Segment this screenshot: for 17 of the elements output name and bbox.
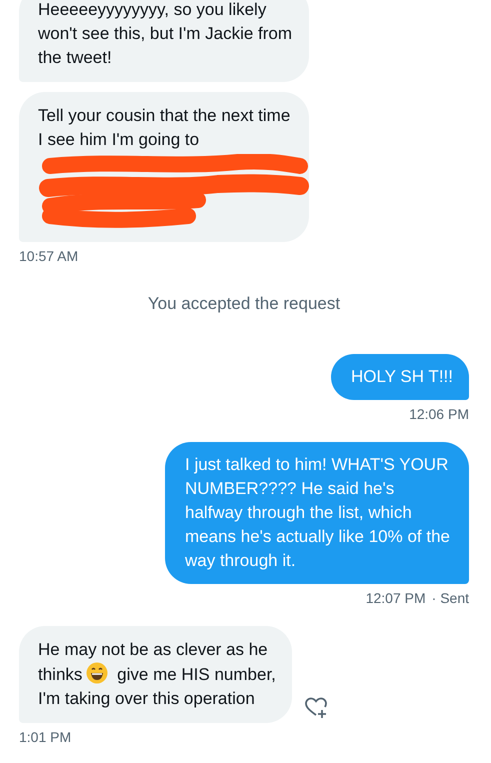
message-text: thinks [38,665,82,684]
message-text: He may not be as clever as he [38,639,268,661]
message-status: · Sent [432,590,469,606]
message-time: 10:57 AM [19,248,78,264]
grinning-face-icon [86,662,108,684]
message-text: Tell your cousin that the next time I see him I'm going to [38,106,290,149]
message-text: I just talked to him! WHAT'S YOUR NUMBER???? He said he's halfway through the list, which means he's actually like 10% of the way through it. [185,455,450,570]
message-text: give me HIS number, [117,665,276,684]
message-time: 12:06 PM [409,406,469,422]
message-text: I'm taking over this operation [38,688,255,710]
message-time: 1:01 PM [19,729,72,745]
message-time: 12:07 PM [366,590,426,606]
message-text: Heeeeeyyyyyyyy, so you likely won't see this, but I'm Jackie from the tweet! [38,0,292,67]
heart-plus-icon [304,697,328,719]
message-text: HOLY SH T!!! [350,367,453,386]
system-notice: You accepted the request [146,294,342,314]
add-reaction-button[interactable] [304,697,328,719]
